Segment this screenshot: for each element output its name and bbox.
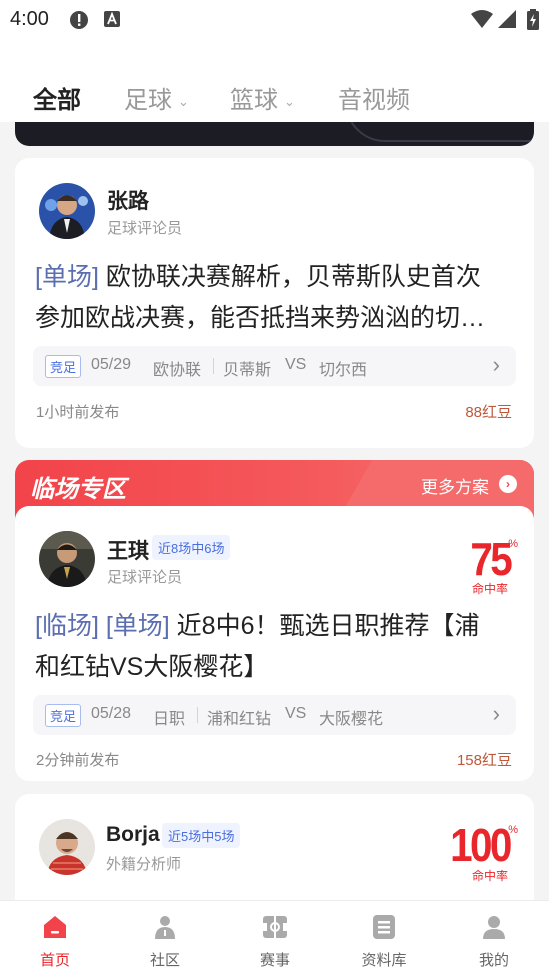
zone-title: 临场专区 xyxy=(30,476,126,503)
nav-profile-label: 我的 xyxy=(478,952,509,969)
headline-text: 近8中6！甄选日职推荐【浦 xyxy=(169,612,480,640)
expert-photo xyxy=(39,183,95,239)
expert-name[interactable]: Borja xyxy=(106,823,160,847)
nav-home[interactable]: 首页 xyxy=(0,901,110,977)
nav-database-label: 资料库 xyxy=(361,952,407,969)
nav-matches-label: 赛事 xyxy=(259,952,290,969)
plan-price: 88红豆 xyxy=(465,404,512,421)
nav-database[interactable]: 资料库 xyxy=(329,901,439,977)
category-tabs: 全部 足球 ⌄ 篮球 ⌄ 音视频 xyxy=(0,40,549,122)
tab-audio-video-label: 音视频 xyxy=(338,87,410,114)
expert-photo xyxy=(39,531,95,587)
plan-headline[interactable]: [临场] [单场] 近8中6！甄选日职推荐【浦 和红钻VS大阪樱花】 xyxy=(35,606,520,688)
streak-badge: 近8场中6场 xyxy=(152,535,231,560)
hit-rate-percent: % xyxy=(508,538,518,550)
plan-card[interactable]: 王琪 近8场中6场 足球评论员 75 % 命中率 [临场] [单场] 近8中6！… xyxy=(15,506,534,781)
expert-photo xyxy=(39,819,95,875)
tab-football[interactable]: 足球 ⌄ xyxy=(124,80,189,115)
headline-text-line2: 和红钻VS大阪樱花】 xyxy=(35,653,269,681)
match-vs: VS xyxy=(285,705,307,722)
tab-all-label: 全部 xyxy=(33,87,81,114)
hit-rate-value: 100 xyxy=(450,819,512,871)
chevron-down-icon: ⌄ xyxy=(284,93,295,109)
status-bar: 4:00 xyxy=(0,0,549,40)
post-time: 1小时前发布 xyxy=(36,404,120,421)
avatar[interactable] xyxy=(39,819,95,875)
nav-profile[interactable]: 我的 xyxy=(439,901,549,977)
home-icon xyxy=(44,916,66,938)
banner[interactable] xyxy=(15,122,534,146)
match-away: 大阪樱花 xyxy=(319,711,384,728)
chevron-right-circle-icon[interactable]: › xyxy=(499,475,517,493)
plan-tag: [临场] [单场] xyxy=(35,612,170,640)
match-home: 浦和红钻 xyxy=(207,711,272,728)
plan-headline[interactable]: [单场] 欧协联决赛解析，贝蒂斯队史首次 参加欧战决赛，能否抵挡来势汹汹的切… xyxy=(35,257,520,339)
nav-matches[interactable]: 赛事 xyxy=(220,901,330,977)
chevron-right-icon: › xyxy=(492,352,500,377)
expert-name[interactable]: 王琪 xyxy=(107,535,149,565)
match-icon xyxy=(263,916,287,938)
nav-community-label: 社区 xyxy=(149,952,180,969)
avatar[interactable] xyxy=(39,531,95,587)
chevron-right-icon: › xyxy=(492,701,500,726)
plan-price: 158红豆 xyxy=(456,752,512,769)
hit-rate-label: 命中率 xyxy=(471,582,508,596)
expert-name[interactable]: 张路 xyxy=(107,185,149,215)
more-plans-link[interactable]: 更多方案 xyxy=(421,473,489,498)
match-kind-badge: 竞足 xyxy=(45,355,82,378)
tab-basketball-label: 篮球 xyxy=(230,87,278,114)
battery-charging-icon xyxy=(527,9,539,30)
match-info[interactable]: 竞足 05/29 欧协联 贝蒂斯 VS 切尔西 › xyxy=(33,346,516,386)
hit-rate-value: 75 xyxy=(470,533,512,585)
match-date: 05/29 xyxy=(91,356,132,373)
tab-all[interactable]: 全部 xyxy=(33,80,81,115)
status-time: 4:00 xyxy=(10,8,49,30)
profile-icon xyxy=(483,916,505,939)
headline-text: 欧协联决赛解析，贝蒂斯队史首次 xyxy=(98,263,481,291)
tab-basketball[interactable]: 篮球 ⌄ xyxy=(230,80,295,115)
hit-rate-percent: % xyxy=(508,824,518,836)
nav-community[interactable]: 社区 xyxy=(110,901,220,977)
nav-home-label: 首页 xyxy=(39,952,70,969)
match-vs: VS xyxy=(285,356,307,373)
headline-text-line2: 参加欧战决赛，能否抵挡来势汹汹的切… xyxy=(35,304,486,332)
alert-icon xyxy=(70,11,88,29)
divider xyxy=(213,358,214,374)
wifi-icon xyxy=(471,10,493,28)
tab-audio-video[interactable]: 音视频 xyxy=(338,80,410,115)
chevron-down-icon: ⌄ xyxy=(178,93,189,109)
tab-football-label: 足球 xyxy=(124,87,172,114)
match-date: 05/28 xyxy=(91,705,132,722)
plan-tag: [单场] xyxy=(35,263,99,291)
match-kind-badge: 竞足 xyxy=(45,704,82,727)
plan-card[interactable]: 张路 足球评论员 [单场] 欧协联决赛解析，贝蒂斯队史首次 参加欧战决赛，能否抵… xyxy=(15,158,534,448)
post-time: 2分钟前发布 xyxy=(36,752,120,769)
database-icon xyxy=(373,915,395,939)
bottom-nav: 首页 社区 赛事 资料库 我的 xyxy=(0,900,549,977)
hit-rate-label: 命中率 xyxy=(471,869,508,883)
expert-role: 外籍分析师 xyxy=(106,856,182,873)
streak-badge: 近5场中5场 xyxy=(162,823,241,848)
expert-role: 足球评论员 xyxy=(107,220,183,237)
banner-decoration xyxy=(345,122,534,142)
font-icon xyxy=(104,11,120,27)
avatar[interactable] xyxy=(39,183,95,239)
signal-icon xyxy=(498,10,516,28)
match-league: 日职 xyxy=(153,711,186,728)
match-league: 欧协联 xyxy=(153,362,202,379)
match-info[interactable]: 竞足 05/28 日职 浦和红钻 VS 大阪樱花 › xyxy=(33,695,516,735)
divider xyxy=(197,707,198,723)
match-away: 切尔西 xyxy=(319,362,368,379)
community-icon xyxy=(155,916,175,939)
expert-role: 足球评论员 xyxy=(107,569,183,586)
match-home: 贝蒂斯 xyxy=(223,362,272,379)
